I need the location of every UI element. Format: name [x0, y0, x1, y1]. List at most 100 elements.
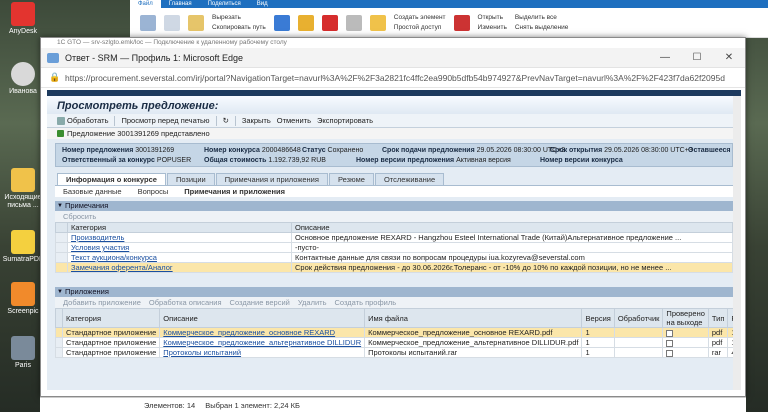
row-selector[interactable]	[55, 232, 68, 243]
table-row[interactable]: Условия участия -пусто-	[55, 242, 733, 253]
ribbon-tab-home[interactable]: Главная	[161, 0, 200, 8]
select-all-cell[interactable]	[55, 308, 63, 328]
attachment-filename: Протоколы испытаний.rar	[364, 347, 583, 358]
toolbar-separator	[114, 115, 116, 126]
tab-summary[interactable]: Резюме	[328, 173, 374, 185]
edge-logo-icon	[47, 52, 59, 63]
easy-access-button[interactable]: Простой доступ	[394, 23, 446, 33]
select-all-cell[interactable]	[55, 222, 68, 233]
note-category-link[interactable]: Текст аукциона/конкурса	[71, 254, 157, 262]
attachment-description-link[interactable]: Коммерческое_предложение_основное REXARD	[163, 329, 335, 337]
new-item-button[interactable]: Создать элемент	[394, 13, 446, 23]
copy-path-button[interactable]: Скопировать путь	[212, 23, 266, 33]
checked-out-checkbox[interactable]	[666, 339, 674, 347]
attachment-type: pdf	[707, 337, 729, 348]
desktop-icon-paris[interactable]: Paris	[2, 336, 44, 370]
row-selector[interactable]	[55, 242, 68, 253]
ribbon-tab-share[interactable]: Поделиться	[200, 0, 249, 8]
row-selector[interactable]	[55, 327, 63, 338]
row-selector[interactable]	[55, 347, 63, 358]
pin-icon[interactable]	[140, 15, 156, 31]
open-button[interactable]: Открыть	[478, 13, 507, 23]
tab-tracking[interactable]: Отслеживание	[374, 173, 445, 185]
notes-section-header[interactable]: Примечания	[55, 201, 733, 211]
notes-header-row: Категория Описание	[55, 222, 733, 233]
col-type[interactable]: Тип	[707, 308, 729, 328]
note-category-link[interactable]: Производитель	[71, 234, 124, 242]
address-bar[interactable]: 🔒 https://procurement.severstal.com/irj/…	[41, 68, 745, 88]
col-handler[interactable]: Обработчик	[613, 308, 664, 328]
tab-tender-info[interactable]: Информация о конкурсе	[57, 173, 166, 185]
copy-icon[interactable]	[164, 15, 180, 31]
desktop-icon-sumatra[interactable]: SumatraPDF	[2, 230, 44, 264]
delete-button[interactable]: Удалить	[298, 297, 327, 308]
delete-icon[interactable]	[321, 15, 338, 31]
process-button[interactable]: Обработать	[57, 116, 108, 125]
refresh-icon[interactable]: ↻	[223, 116, 229, 125]
deselect-button[interactable]: Снять выделение	[515, 23, 569, 33]
desktop-icon-ivanova[interactable]: Иванова	[2, 62, 44, 96]
col-category[interactable]: Категория	[67, 222, 292, 233]
notes-section: Примечания Сбросить Категория Описание П…	[55, 201, 733, 273]
table-row[interactable]: Стандартное приложение Коммерческое_пред…	[55, 337, 741, 348]
screenpic-icon	[11, 282, 35, 306]
edit-description-button[interactable]: Обработка описания	[149, 297, 222, 308]
edit-button[interactable]: Изменить	[478, 23, 507, 33]
table-row-selected[interactable]: Стандартное приложение Коммерческое_пред…	[55, 327, 741, 338]
subtab-notes-attachments[interactable]: Примечания и приложения	[176, 186, 293, 197]
note-category-link[interactable]: Замечания оферента/Аналог	[71, 264, 173, 272]
checked-out-checkbox[interactable]	[666, 329, 674, 337]
vertical-scrollbar[interactable]	[733, 96, 741, 390]
note-category-link[interactable]: Условия участия	[71, 244, 129, 252]
paste-icon[interactable]	[188, 15, 204, 31]
row-selector[interactable]	[55, 262, 68, 273]
url-text[interactable]: https://procurement.severstal.com/irj/po…	[65, 73, 725, 83]
maximize-icon[interactable]: ☐	[681, 52, 713, 63]
attachment-handler	[613, 327, 664, 338]
ribbon-tab-view[interactable]: Вид	[249, 0, 276, 8]
table-row[interactable]: Стандартное приложение Протоколы испытан…	[55, 347, 741, 358]
table-row-selected[interactable]: Замечания оферента/Аналог Срок действия …	[55, 262, 733, 273]
checked-out-checkbox[interactable]	[666, 349, 674, 357]
copy-to-icon[interactable]	[297, 15, 314, 31]
print-preview-button[interactable]: Просмотр перед печатью	[121, 116, 209, 125]
desktop-icon-screenpic[interactable]: Screenpic	[2, 282, 44, 316]
create-profile-button[interactable]: Создать профиль	[334, 297, 396, 308]
cancel-button[interactable]: Отменить	[277, 116, 311, 125]
col-description[interactable]: Описание	[291, 222, 733, 233]
new-folder-icon[interactable]	[369, 15, 386, 31]
subtab-questions[interactable]: Вопросы	[130, 186, 177, 197]
col-checked-out[interactable]: Проверено на выходе	[662, 308, 709, 328]
row-selector[interactable]	[55, 337, 63, 348]
minimize-icon[interactable]: —	[649, 52, 681, 63]
attachment-description-link[interactable]: Протоколы испытаний	[163, 349, 241, 357]
col-description[interactable]: Описание	[159, 308, 366, 328]
version-value: Активная версия	[456, 157, 511, 164]
attachment-version: 1	[581, 327, 615, 338]
desktop-icon-outgoing[interactable]: Исходящие письма ...	[2, 168, 44, 209]
create-versions-button[interactable]: Создание версий	[230, 297, 290, 308]
rename-icon[interactable]	[345, 15, 362, 31]
cut-button[interactable]: Вырезать	[212, 13, 266, 23]
close-button[interactable]: Закрыть	[242, 116, 271, 125]
subtab-basic-data[interactable]: Базовые данные	[55, 186, 130, 197]
col-filename[interactable]: Имя файла	[364, 308, 583, 328]
properties-icon[interactable]	[453, 15, 470, 31]
col-category[interactable]: Категория	[61, 308, 161, 328]
col-version[interactable]: Версия	[581, 308, 615, 328]
table-row[interactable]: Производитель Основное предложение REXAR…	[55, 232, 733, 243]
tab-notes-attachments[interactable]: Примечания и приложения	[215, 173, 328, 185]
attachment-description-link[interactable]: Коммерческое_предложение_альтернативное …	[163, 339, 361, 347]
ribbon-tab-file[interactable]: Файл	[130, 0, 161, 8]
export-button[interactable]: Экспортировать	[317, 116, 373, 125]
tab-items[interactable]: Позиции	[166, 173, 215, 185]
reset-button[interactable]: Сбросить	[63, 211, 96, 222]
row-selector[interactable]	[55, 252, 68, 263]
desktop-icon-anydesk[interactable]: AnyDesk	[2, 2, 44, 36]
add-attachment-button[interactable]: Добавить приложение	[63, 297, 141, 308]
attachments-section-header[interactable]: Приложения	[55, 287, 733, 297]
select-all-button[interactable]: Выделить все	[515, 13, 569, 23]
move-to-icon[interactable]	[273, 15, 290, 31]
close-icon[interactable]: ✕	[713, 52, 745, 63]
table-row[interactable]: Текст аукциона/конкурса Контактные данны…	[55, 252, 733, 263]
